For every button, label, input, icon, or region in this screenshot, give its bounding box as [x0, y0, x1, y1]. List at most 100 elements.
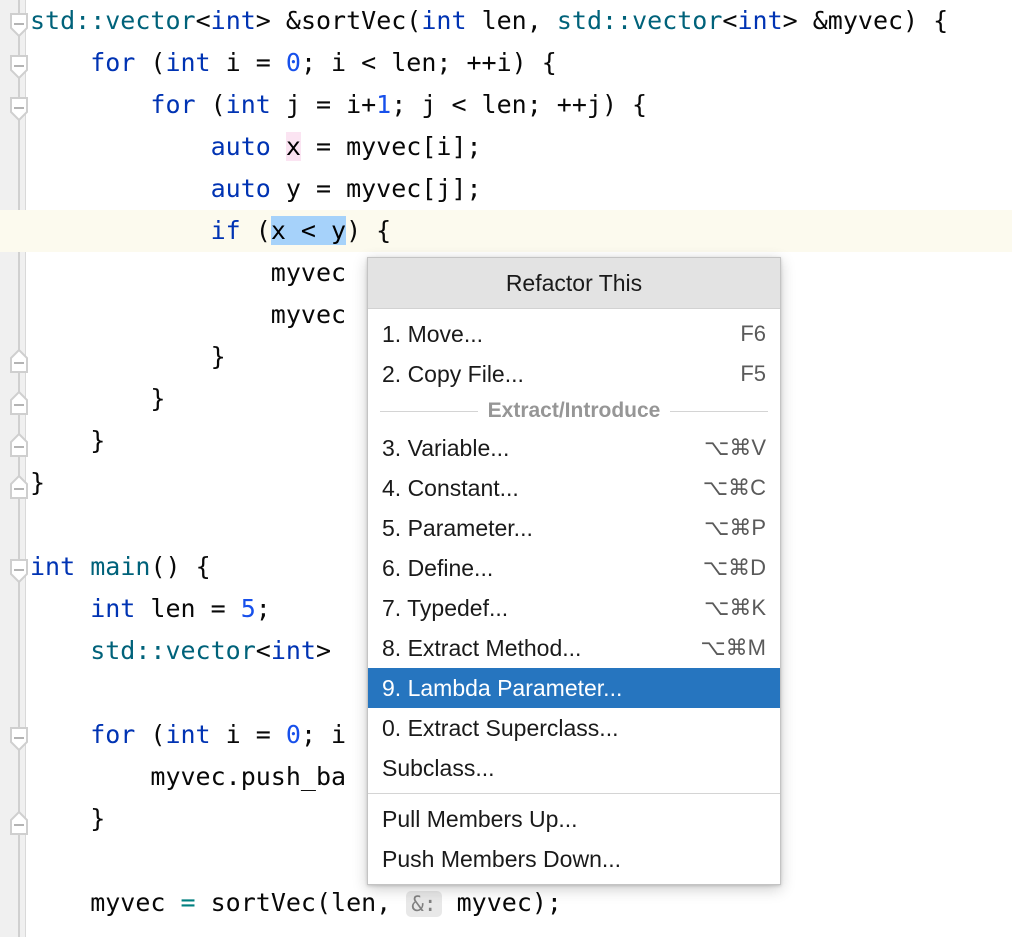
menu-item[interactable]: Pull Members Up...: [368, 799, 780, 839]
menu-item-label: 0. Extract Superclass...: [382, 715, 746, 742]
menu-item[interactable]: 6. Define...⌥⌘D: [368, 548, 780, 588]
code-line[interactable]: }: [211, 336, 226, 378]
menu-item-label: 2. Copy File...: [382, 361, 720, 388]
code-line[interactable]: auto y = myvec[j];: [211, 168, 482, 210]
menu-item-shortcut: ⌥⌘K: [684, 595, 766, 621]
menu-item-label: 6. Define...: [382, 555, 683, 582]
menu-item-label: Push Members Down...: [382, 846, 746, 873]
code-line[interactable]: }: [90, 798, 105, 840]
current-line-highlight: [0, 210, 1012, 252]
code-token: int: [165, 720, 210, 749]
refactor-menu-list[interactable]: 1. Move...F62. Copy File...F5Extract/Int…: [368, 309, 780, 884]
code-token: std::vector: [90, 636, 256, 665]
code-token: (: [241, 216, 271, 245]
menu-item[interactable]: Subclass...: [368, 748, 780, 788]
code-line[interactable]: int main() {: [30, 546, 211, 588]
code-token: myvec: [90, 888, 180, 917]
code-token: i =: [211, 48, 286, 77]
code-token: ;: [256, 594, 271, 623]
menu-item-label: 3. Variable...: [382, 435, 684, 462]
menu-item[interactable]: 3. Variable...⌥⌘V: [368, 428, 780, 468]
code-token: for: [150, 90, 195, 119]
code-token: int: [30, 552, 75, 581]
code-token: auto: [211, 132, 271, 161]
menu-item[interactable]: 1. Move...F6: [368, 314, 780, 354]
code-token: myvec.push_ba: [150, 762, 346, 791]
code-token: if: [211, 216, 241, 245]
code-token: }: [90, 804, 105, 833]
code-line[interactable]: if (x < y) {: [211, 210, 392, 252]
code-line[interactable]: myvec: [271, 252, 346, 294]
code-token: <: [722, 6, 737, 35]
code-token: int: [737, 6, 782, 35]
code-token: > &myvec) {: [783, 6, 949, 35]
code-token: len =: [135, 594, 240, 623]
code-token: x: [286, 132, 301, 161]
code-token: std::vector: [557, 6, 723, 35]
menu-item-shortcut: ⌥⌘P: [684, 515, 766, 541]
code-token: int: [226, 90, 271, 119]
code-token: x < y: [271, 216, 346, 245]
code-token: [75, 552, 90, 581]
code-line[interactable]: }: [90, 420, 105, 462]
code-line[interactable]: for (int i = 0; i: [90, 714, 346, 756]
menu-item-shortcut: F6: [720, 321, 766, 347]
code-token: (: [196, 90, 226, 119]
menu-item[interactable]: 5. Parameter...⌥⌘P: [368, 508, 780, 548]
menu-item[interactable]: 0. Extract Superclass...: [368, 708, 780, 748]
code-token: len,: [467, 6, 557, 35]
group-rule-right: [670, 411, 768, 412]
code-token: myvec: [271, 258, 346, 287]
code-line[interactable]: for (int j = i+1; j < len; ++j) {: [150, 84, 647, 126]
code-line[interactable]: for (int i = 0; i < len; ++i) {: [90, 42, 557, 84]
code-line[interactable]: int len = 5;: [90, 588, 271, 630]
menu-item-label: Pull Members Up...: [382, 806, 746, 833]
code-token: <: [256, 636, 271, 665]
code-token: myvec: [271, 300, 346, 329]
code-token: j = i+: [271, 90, 376, 119]
menu-item-label: Subclass...: [382, 755, 746, 782]
menu-item[interactable]: Push Members Down...: [368, 839, 780, 879]
code-token: <: [196, 6, 211, 35]
menu-item-shortcut: ⌥⌘M: [680, 635, 766, 661]
code-token: ; j < len; ++j) {: [391, 90, 647, 119]
code-line[interactable]: myvec.push_ba: [150, 756, 346, 798]
code-token: sortVec(len,: [196, 888, 407, 917]
code-token: }: [211, 342, 226, 371]
code-line[interactable]: myvec = sortVec(len, &: myvec);: [90, 882, 562, 924]
code-token: () {: [150, 552, 210, 581]
code-token: int: [165, 48, 210, 77]
menu-item[interactable]: 9. Lambda Parameter...: [368, 668, 780, 708]
code-token: >: [316, 636, 331, 665]
menu-item[interactable]: 4. Constant...⌥⌘C: [368, 468, 780, 508]
parameter-hint-inlay: &:: [406, 891, 441, 917]
code-token: 5: [241, 594, 256, 623]
menu-item-label: 9. Lambda Parameter...: [382, 675, 746, 702]
code-token: (: [135, 48, 165, 77]
code-token: 0: [286, 720, 301, 749]
code-token: for: [90, 720, 135, 749]
menu-item[interactable]: 8. Extract Method...⌥⌘M: [368, 628, 780, 668]
code-token: i =: [211, 720, 286, 749]
menu-item-shortcut: F5: [720, 361, 766, 387]
group-header-label: Extract/Introduce: [488, 399, 661, 423]
code-line[interactable]: std::vector<int>: [90, 630, 331, 672]
code-token: int: [90, 594, 135, 623]
code-token: }: [150, 384, 165, 413]
code-line[interactable]: std::vector<int> &sortVec(int len, std::…: [30, 0, 948, 42]
code-token: for: [90, 48, 135, 77]
refactor-this-popup[interactable]: Refactor This 1. Move...F62. Copy File..…: [367, 257, 781, 885]
menu-item[interactable]: 2. Copy File...F5: [368, 354, 780, 394]
code-token: (: [135, 720, 165, 749]
code-line[interactable]: myvec: [271, 294, 346, 336]
code-line[interactable]: auto x = myvec[i];: [211, 126, 482, 168]
menu-item[interactable]: 7. Typedef...⌥⌘K: [368, 588, 780, 628]
code-token: > &sortVec(: [256, 6, 422, 35]
menu-item-label: 7. Typedef...: [382, 595, 684, 622]
code-line[interactable]: }: [30, 462, 45, 504]
code-line[interactable]: }: [150, 378, 165, 420]
menu-separator: [368, 793, 780, 794]
code-token: ) {: [346, 216, 391, 245]
code-token: int: [421, 6, 466, 35]
popup-title: Refactor This: [368, 258, 780, 309]
